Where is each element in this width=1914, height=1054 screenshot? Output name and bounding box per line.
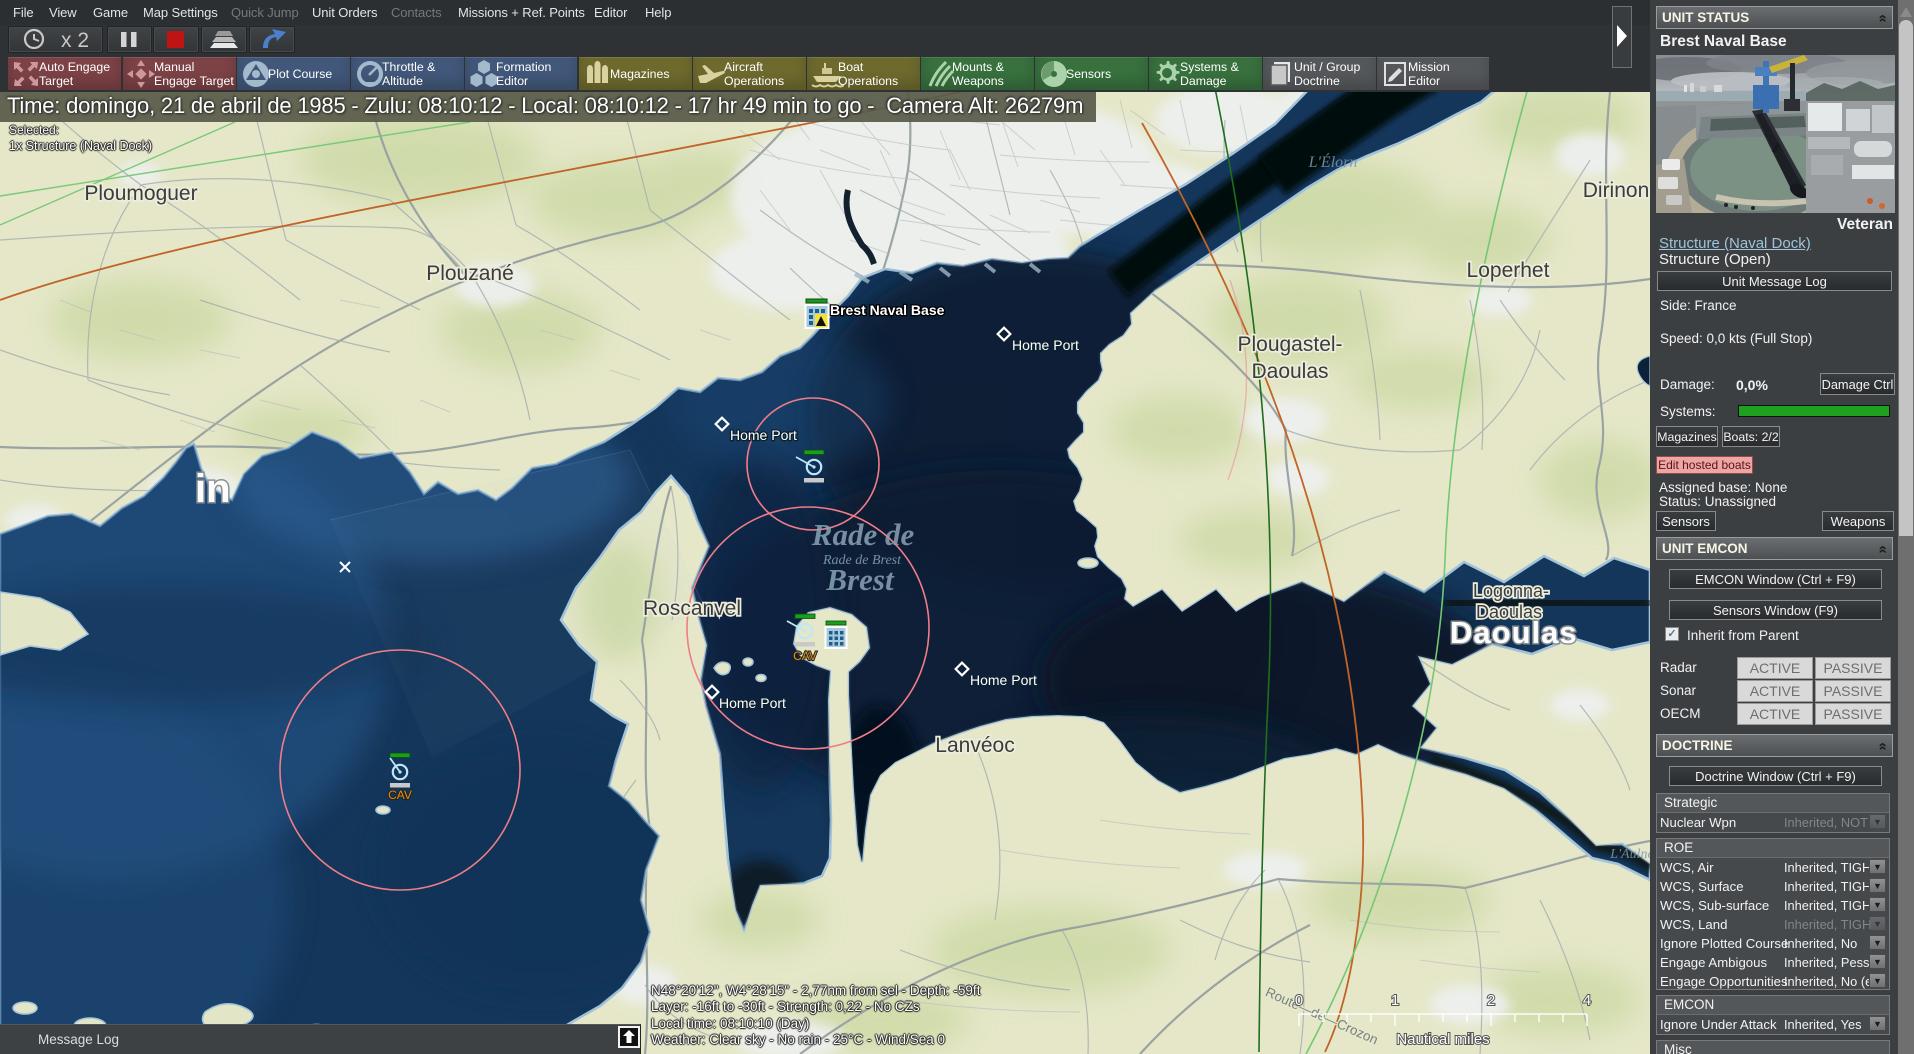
svg-text:Plougastel-: Plougastel- [1237, 333, 1342, 356]
svg-text:CAV: CAV [793, 649, 817, 663]
svg-text:Dirinon: Dirinon [1583, 179, 1650, 202]
svg-text:x 2: x 2 [61, 29, 89, 52]
svg-text:Logonna-: Logonna- [1473, 581, 1549, 601]
svg-text:Roscanvel: Roscanvel [643, 597, 741, 620]
svg-text:Route—de—Crozon: Route—de—Crozon [1263, 984, 1380, 1047]
svg-text:0: 0 [1295, 992, 1303, 1009]
svg-text:in: in [195, 467, 231, 511]
svg-text:Ploumoguer: Ploumoguer [84, 182, 197, 205]
svg-text:L'Aulne: L'Aulne [1609, 847, 1650, 862]
svg-text:L'Élorn: L'Élorn [1308, 152, 1358, 171]
svg-text:Home Port: Home Port [730, 427, 797, 443]
svg-text:Home Port: Home Port [1012, 337, 1079, 353]
svg-text:Lanvéoc: Lanvéoc [935, 734, 1014, 757]
svg-text:CAV: CAV [388, 788, 412, 802]
svg-text:1: 1 [1391, 992, 1399, 1009]
svg-text:Home Port: Home Port [970, 672, 1037, 688]
svg-text:Daoulas: Daoulas [1450, 615, 1578, 650]
svg-text:Plouzané: Plouzané [426, 262, 514, 285]
svg-text:4: 4 [1583, 992, 1591, 1009]
svg-text:Loperhet: Loperhet [1467, 259, 1550, 282]
svg-text:2: 2 [1487, 992, 1495, 1009]
svg-text:Brest Naval Base: Brest Naval Base [830, 302, 945, 318]
svg-text:Home Port: Home Port [719, 695, 786, 711]
svg-text:Daoulas: Daoulas [1251, 360, 1328, 383]
svg-text:Rade de: Rade de [811, 517, 915, 552]
svg-text:Brest: Brest [825, 562, 895, 597]
svg-text:Nautical miles: Nautical miles [1396, 1031, 1489, 1048]
